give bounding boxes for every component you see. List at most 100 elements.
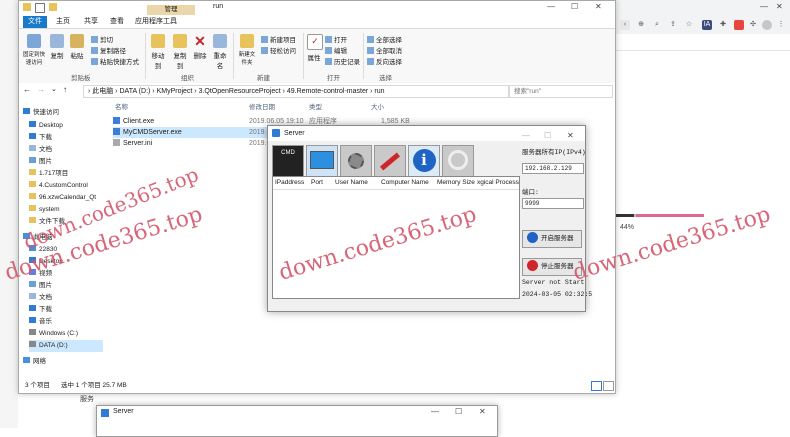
translate-icon[interactable]: ⊕ bbox=[636, 20, 646, 30]
paste-shortcut-button[interactable]: 粘贴快捷方式 bbox=[91, 56, 139, 66]
extension-red-icon[interactable] bbox=[734, 20, 744, 30]
share-icon[interactable]: ⇪ bbox=[668, 20, 678, 30]
new-item-label: 新建项目 bbox=[270, 37, 296, 44]
progress-fill-dark bbox=[614, 214, 634, 217]
nav-quick-access[interactable]: 快速访问 bbox=[23, 107, 59, 119]
copy-path-button[interactable]: 复制路径 bbox=[91, 45, 126, 55]
column-type[interactable]: 类型 bbox=[309, 101, 322, 111]
close-icon[interactable]: ✕ bbox=[776, 2, 783, 11]
details-view-icon[interactable] bbox=[591, 381, 602, 391]
pen-tool-button[interactable] bbox=[374, 145, 406, 177]
bookmark-icon[interactable]: ☆ bbox=[684, 20, 694, 30]
menu-icon[interactable]: ⋮ bbox=[776, 20, 786, 30]
copy-label: 复制 bbox=[50, 53, 64, 60]
nav-item-pictures-pc[interactable]: 图片 bbox=[29, 280, 52, 292]
nav-item-downloads[interactable]: 下载 bbox=[29, 132, 52, 144]
nav-network[interactable]: 网络 bbox=[23, 356, 46, 368]
back-icon[interactable]: ‹ bbox=[620, 20, 630, 30]
copy-button[interactable]: 复制 bbox=[49, 34, 65, 60]
select-none-icon bbox=[367, 47, 374, 54]
settings-tool-button[interactable] bbox=[340, 145, 372, 177]
start-server-button[interactable]: 开启服务器 bbox=[522, 230, 582, 248]
ip-select[interactable]: 192.168.2.129 bbox=[522, 163, 584, 174]
zoom-icon[interactable]: ⌕ bbox=[652, 20, 662, 30]
close-icon[interactable]: ✕ bbox=[479, 407, 486, 416]
new-folder-button[interactable]: 新建文件夹 bbox=[237, 34, 257, 66]
column-ipaddress[interactable]: IPaddress bbox=[275, 179, 304, 186]
tiles-view-icon[interactable] bbox=[603, 381, 614, 391]
port-input[interactable]: 9999 bbox=[522, 198, 584, 209]
info-tool-button[interactable]: i bbox=[408, 145, 440, 177]
monitor-tool-button[interactable] bbox=[306, 145, 338, 177]
avatar[interactable] bbox=[762, 20, 772, 30]
nav-item-1-717[interactable]: 1.717项目 bbox=[29, 168, 68, 180]
maximize-icon[interactable]: ☐ bbox=[455, 407, 462, 416]
cut-button[interactable]: 剪切 bbox=[91, 34, 113, 44]
move-to-button[interactable]: 移动到 bbox=[149, 34, 167, 70]
server-titlebar: Server — ☐ ✕ bbox=[268, 126, 585, 141]
nav-item-documents-pc[interactable]: 文档 bbox=[29, 292, 52, 304]
copy-to-button[interactable]: 复制到 bbox=[171, 34, 189, 70]
nav-item-drive-d[interactable]: DATA (D:) bbox=[29, 340, 103, 352]
nav-item-documents[interactable]: 文档 bbox=[29, 144, 52, 156]
nav-item-drive-c[interactable]: Windows (C:) bbox=[29, 328, 78, 340]
column-size[interactable]: 大小 bbox=[371, 101, 384, 111]
edit-button[interactable]: 编辑 bbox=[325, 45, 347, 55]
rename-button[interactable]: 重命名 bbox=[211, 34, 229, 70]
column-memorysize[interactable]: Memory Size bbox=[437, 179, 475, 186]
history-button[interactable]: 历史记录 bbox=[325, 56, 360, 66]
minimize-icon[interactable]: — bbox=[522, 128, 530, 143]
puzzle-icon[interactable]: ✣ bbox=[748, 20, 758, 30]
nav-item-system[interactable]: system bbox=[29, 204, 60, 216]
column-name[interactable]: 名称 bbox=[115, 101, 128, 111]
chevron-down-icon[interactable]: ⌄ bbox=[51, 85, 57, 93]
address-bar[interactable]: › 此电脑 › DATA (D:) › KMyProject › 3.QtOpe… bbox=[83, 85, 509, 98]
quick-folder-icon[interactable] bbox=[49, 3, 57, 11]
back-icon[interactable]: ← bbox=[23, 85, 31, 94]
nav-label: 文档 bbox=[39, 294, 52, 301]
close-icon[interactable]: ✕ bbox=[595, 2, 602, 11]
nav-item-downloads-pc[interactable]: 下载 bbox=[29, 304, 52, 316]
minimize-icon[interactable]: — bbox=[547, 2, 555, 11]
extension-icon[interactable]: ✚ bbox=[718, 20, 728, 30]
nav-item-pictures[interactable]: 图片 bbox=[29, 156, 52, 168]
properties-button[interactable]: ✓ 属性 bbox=[307, 34, 323, 62]
tab-view[interactable]: 查看 bbox=[107, 16, 127, 28]
column-computername[interactable]: Computer Name bbox=[381, 179, 429, 186]
close-icon[interactable]: ✕ bbox=[567, 128, 574, 143]
delete-button[interactable]: ✕ 删除 bbox=[193, 34, 207, 60]
column-logical-process[interactable]: xgical Process bbox=[477, 179, 519, 186]
minimize-icon[interactable]: — bbox=[431, 407, 439, 416]
nav-item-customcontrol[interactable]: 4.CustomControl bbox=[29, 180, 88, 192]
tab-app-tools[interactable]: 应用程序工具 bbox=[133, 16, 179, 28]
nav-item-desktop[interactable]: Desktop bbox=[29, 120, 63, 132]
maximize-icon[interactable]: ☐ bbox=[544, 128, 551, 143]
column-username[interactable]: User Name bbox=[335, 179, 368, 186]
context-tab-manage[interactable]: 管理 bbox=[147, 5, 195, 15]
tab-share[interactable]: 共享 bbox=[81, 16, 101, 28]
forward-icon[interactable]: → bbox=[37, 85, 45, 94]
minimize-icon[interactable]: — bbox=[760, 2, 768, 11]
column-port[interactable]: Port bbox=[311, 179, 323, 186]
pin-button[interactable]: 固定到快速访问 bbox=[23, 34, 45, 66]
nav-label: DATA (D:) bbox=[39, 342, 68, 349]
select-all-button[interactable]: 全部选择 bbox=[367, 34, 402, 44]
new-item-button[interactable]: 新建项目 bbox=[261, 34, 296, 44]
search-input[interactable]: 搜索"run" bbox=[509, 85, 613, 98]
extension-ia-icon[interactable]: IA bbox=[702, 20, 712, 30]
select-none-button[interactable]: 全部取消 bbox=[367, 45, 402, 55]
open-button[interactable]: 打开 bbox=[325, 34, 347, 44]
tab-home[interactable]: 主页 bbox=[53, 16, 73, 28]
easy-access-button[interactable]: 轻松访问 bbox=[261, 45, 296, 55]
power-tool-button[interactable] bbox=[442, 145, 474, 177]
maximize-icon[interactable]: ☐ bbox=[571, 2, 578, 11]
nav-item-calendar[interactable]: 96.xzwCalendar_Qt bbox=[29, 192, 96, 204]
checkbox-icon[interactable] bbox=[35, 3, 45, 13]
paste-button[interactable]: 粘贴 bbox=[69, 34, 85, 60]
tab-file[interactable]: 文件 bbox=[23, 16, 47, 28]
column-date[interactable]: 修改日期 bbox=[249, 101, 275, 111]
invert-selection-button[interactable]: 反向选择 bbox=[367, 56, 402, 66]
up-icon[interactable]: ↑ bbox=[63, 85, 67, 94]
cmd-tool-button[interactable]: CMD bbox=[272, 145, 304, 177]
nav-item-music[interactable]: 音乐 bbox=[29, 316, 52, 328]
